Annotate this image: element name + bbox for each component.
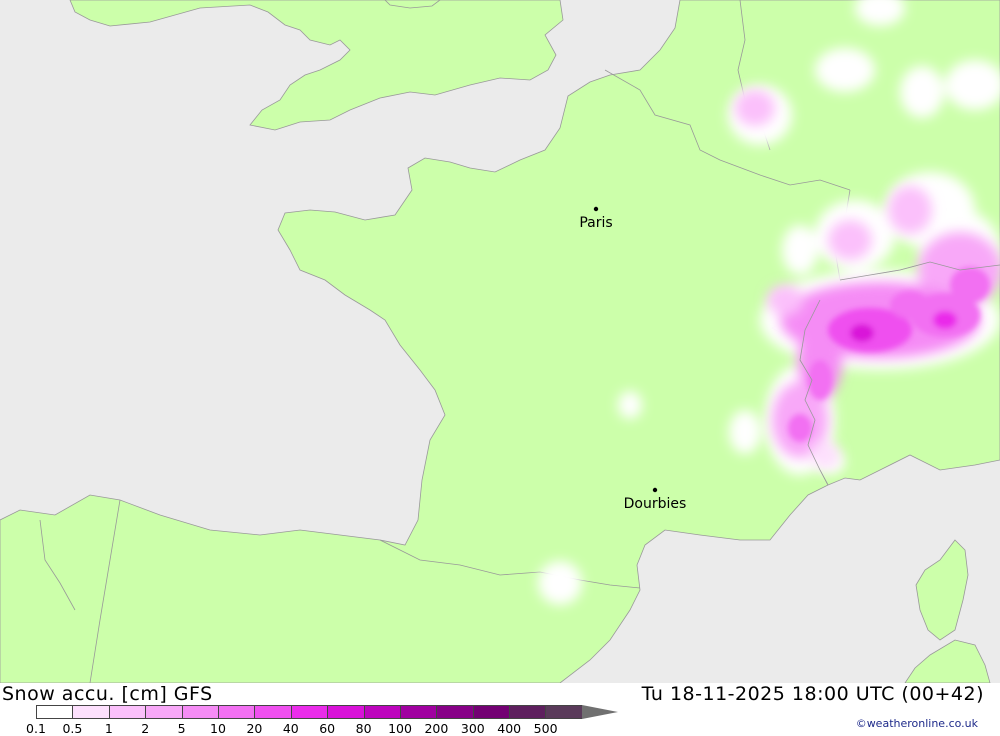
map-canvas: Paris Dourbies [0,0,1000,684]
legend-swatch [290,705,328,719]
legend-swatch [399,705,437,719]
legend-swatch [509,705,546,719]
city-marker-paris [593,206,599,212]
legend-tick-label: 500 [533,721,558,736]
legend-swatch [217,705,255,719]
site-credit-link[interactable]: ©weatheronline.co.uk [856,717,978,730]
legend-overflow-arrow [581,705,618,719]
legend-tick-label: 5 [177,721,186,736]
legend-tick-label: 80 [355,721,372,736]
legend-swatch [436,705,473,719]
legend-tick-label: 300 [460,721,485,736]
legend-tick-label: 10 [210,721,226,736]
legend-swatch [545,705,582,719]
legend-tick-label: 0.5 [62,721,83,736]
legend-swatch [327,705,364,719]
legend-swatch [254,705,291,719]
footer-bar: Snow accu. [cm] GFS Tu 18-11-2025 18:00 … [0,683,1000,736]
legend-tick-label: 0.1 [26,721,46,736]
city-label-dourbies: Dourbies [624,496,687,512]
city-label-paris: Paris [579,215,612,231]
legend-tick-label: 60 [319,721,336,736]
snow-accumulation-map: Paris Dourbies [0,0,1000,684]
legend-swatch [36,705,73,719]
legend-tick-label: 1 [104,721,113,736]
legend-tick-label: 20 [246,721,263,736]
city-marker-dourbies [652,487,658,493]
color-legend [36,705,618,720]
forecast-time: Tu 18-11-2025 18:00 UTC (00+42) [641,683,984,705]
legend-swatch [145,705,182,719]
legend-swatch [108,705,146,719]
legend-tick-label: 100 [388,721,412,736]
legend-tick-label: 400 [497,721,522,736]
legend-tick-label: 40 [282,721,299,736]
legend-swatch [472,705,510,719]
legend-swatch [363,705,400,719]
legend-tick-label: 2 [141,721,150,736]
legend-swatch [181,705,218,719]
map-title: Snow accu. [cm] GFS [2,683,213,705]
legend-swatch [72,705,109,719]
legend-tick-label: 200 [424,721,449,736]
